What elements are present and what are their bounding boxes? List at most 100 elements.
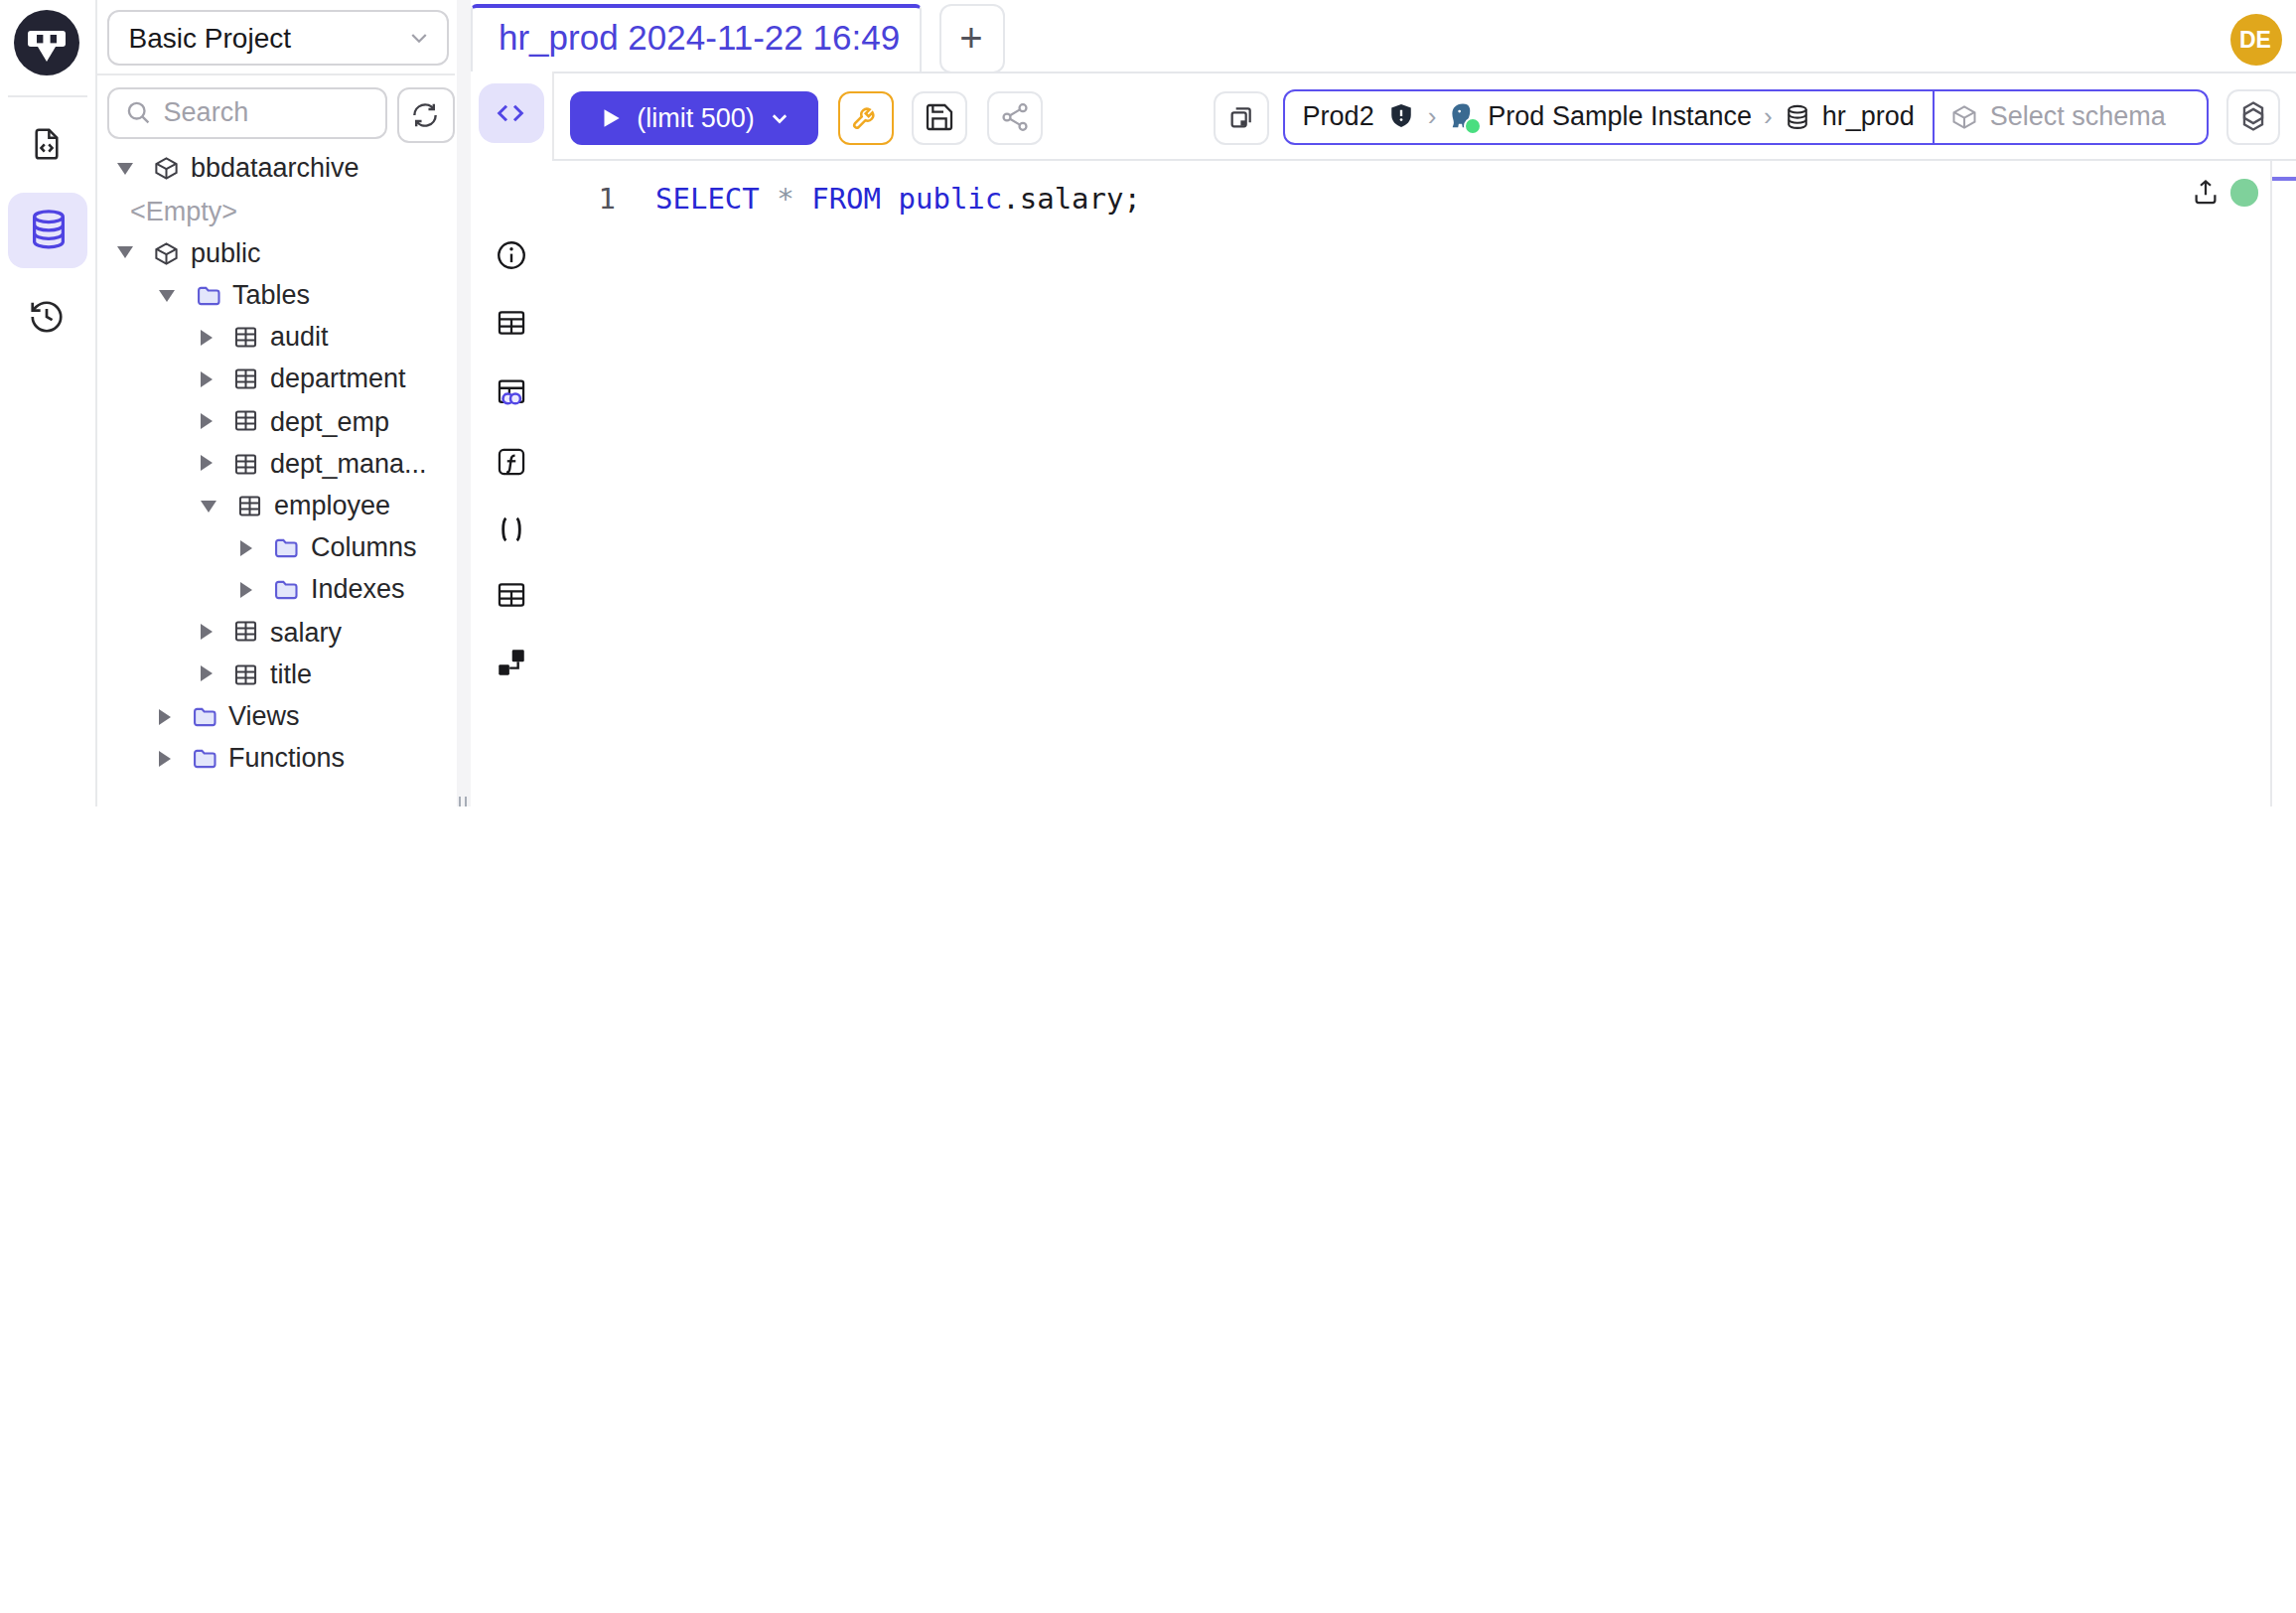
chevron-down-icon[interactable] bbox=[202, 500, 217, 512]
run-query-button[interactable]: (limit 500) bbox=[569, 90, 818, 145]
tree-item--empty-[interactable]: <Empty> bbox=[97, 190, 456, 231]
instance-status-dot bbox=[1464, 118, 1482, 136]
chevron-down-icon[interactable] bbox=[118, 163, 134, 175]
tree-item-dept-emp[interactable]: dept_emp bbox=[97, 400, 456, 442]
tree-item-views[interactable]: Views bbox=[97, 695, 456, 737]
tree-item-label: audit bbox=[270, 323, 329, 353]
nav-rail bbox=[0, 0, 97, 806]
code-token bbox=[881, 184, 898, 216]
upload-icon[interactable] bbox=[2190, 176, 2220, 206]
sql-editor-mode-button[interactable] bbox=[478, 82, 543, 142]
tree-item-functions[interactable]: Functions bbox=[97, 737, 456, 779]
refresh-icon bbox=[410, 99, 442, 131]
tree-item-title[interactable]: title bbox=[97, 654, 456, 695]
code-token: .salary; bbox=[1002, 184, 1141, 216]
query-settings-button[interactable] bbox=[837, 90, 893, 145]
select-schema-button[interactable]: Select schema bbox=[1990, 102, 2166, 132]
breadcrumb-separator: › bbox=[1428, 102, 1437, 132]
breadcrumb-instance[interactable]: Prod Sample Instance bbox=[1488, 102, 1752, 132]
parentheses-icon[interactable] bbox=[494, 513, 527, 546]
connection-breadcrumb[interactable]: Prod2 › Prod Sample Instance › hr_prod S… bbox=[1283, 89, 2210, 144]
table-icon bbox=[233, 408, 260, 435]
sidebar-resize-handle[interactable] bbox=[456, 0, 470, 806]
tree-item-dept-mana-[interactable]: dept_mana... bbox=[97, 443, 456, 485]
connection-status-dot bbox=[2231, 179, 2258, 206]
sensitive-table-icon[interactable] bbox=[494, 374, 527, 408]
chevron-down-icon[interactable] bbox=[769, 107, 790, 129]
tree-item-audit[interactable]: audit bbox=[97, 316, 456, 358]
schema-cube-icon bbox=[1950, 103, 1978, 131]
share-button[interactable] bbox=[986, 90, 1042, 145]
tree-item-salary[interactable]: salary bbox=[97, 611, 456, 653]
folder-icon bbox=[195, 281, 222, 309]
tree-item-public[interactable]: public bbox=[97, 232, 456, 274]
tree-item-label: Columns bbox=[311, 533, 417, 563]
tree-item-bbdataarchive[interactable]: bbdataarchive bbox=[97, 148, 456, 190]
chevron-right-icon[interactable] bbox=[202, 371, 214, 387]
schema-icon bbox=[154, 239, 181, 266]
postgres-instance-icon bbox=[1448, 102, 1478, 132]
folder-icon bbox=[191, 745, 218, 773]
add-tab-button[interactable]: + bbox=[938, 3, 1004, 73]
tree-item-label: public bbox=[191, 238, 261, 268]
chevron-right-icon[interactable] bbox=[202, 456, 214, 472]
schema-diagram-icon[interactable] bbox=[494, 647, 527, 680]
chevron-down-icon[interactable] bbox=[159, 289, 175, 301]
info-icon[interactable] bbox=[494, 238, 527, 272]
breadcrumb-separator: › bbox=[1764, 102, 1773, 132]
tab-title: hr_prod 2024-11-22 16:49 bbox=[499, 19, 900, 61]
ai-assistant-button[interactable] bbox=[2226, 89, 2280, 144]
tree-item-label: dept_mana... bbox=[270, 449, 427, 479]
project-select[interactable]: Basic Project bbox=[107, 9, 450, 65]
tree-item-label: Functions bbox=[228, 744, 345, 774]
chevron-right-icon[interactable] bbox=[241, 540, 253, 556]
chevron-right-icon[interactable] bbox=[241, 582, 253, 598]
tabbar-border bbox=[470, 71, 2296, 73]
chevron-right-icon[interactable] bbox=[202, 624, 214, 640]
tree-item-label: Views bbox=[228, 701, 300, 731]
table-icon bbox=[233, 660, 260, 687]
sidebar-search-input[interactable]: Search bbox=[108, 86, 387, 139]
breadcrumb-database[interactable]: hr_prod bbox=[1822, 102, 1915, 132]
table-icon bbox=[233, 366, 260, 392]
editor-line-number: 1 bbox=[552, 184, 616, 216]
table-panel-icon[interactable] bbox=[494, 306, 527, 340]
save-button[interactable] bbox=[912, 90, 967, 145]
tree-item-label: department bbox=[270, 365, 406, 394]
avatar[interactable]: DE bbox=[2229, 13, 2281, 65]
tree-item-label: Tables bbox=[232, 280, 310, 310]
chevron-right-icon[interactable] bbox=[159, 751, 171, 767]
batch-icon bbox=[1224, 102, 1256, 134]
function-icon[interactable] bbox=[494, 445, 527, 479]
sidebar-search-placeholder: Search bbox=[164, 98, 249, 128]
breadcrumb-divider bbox=[1933, 91, 1935, 142]
chevron-right-icon[interactable] bbox=[202, 330, 214, 346]
avatar-initials: DE bbox=[2239, 27, 2271, 51]
breadcrumb-environment[interactable]: Prod2 bbox=[1303, 102, 1374, 132]
tree-item-indexes[interactable]: Indexes bbox=[97, 569, 456, 611]
play-icon bbox=[597, 105, 623, 131]
tree-item-label: Indexes bbox=[311, 575, 405, 605]
table-icon bbox=[233, 450, 260, 477]
share-icon bbox=[998, 102, 1030, 134]
worksheet-icon[interactable] bbox=[28, 125, 66, 163]
chevron-down-icon[interactable] bbox=[118, 247, 134, 259]
tree-item-columns[interactable]: Columns bbox=[97, 526, 456, 568]
tab-active[interactable]: hr_prod 2024-11-22 16:49 bbox=[471, 4, 921, 71]
tree-item-label: salary bbox=[270, 617, 342, 647]
table-icon bbox=[237, 493, 264, 519]
tree-item-tables[interactable]: Tables bbox=[97, 274, 456, 316]
sql-editor[interactable]: 1 SELECT * FROM public.salary; bbox=[552, 162, 2296, 806]
chevron-right-icon[interactable] bbox=[202, 413, 214, 429]
tree-item-employee[interactable]: employee bbox=[97, 485, 456, 526]
table-list-icon[interactable] bbox=[494, 578, 527, 612]
tree-item-department[interactable]: department bbox=[97, 359, 456, 400]
chevron-right-icon[interactable] bbox=[202, 666, 214, 682]
history-icon[interactable] bbox=[28, 297, 66, 335]
batch-query-button[interactable] bbox=[1213, 90, 1268, 145]
tree-item-label: employee bbox=[274, 491, 390, 520]
refresh-button[interactable] bbox=[397, 86, 455, 143]
bytebase-logo[interactable] bbox=[14, 10, 79, 75]
chevron-right-icon[interactable] bbox=[159, 708, 171, 724]
database-nav-active[interactable] bbox=[8, 192, 87, 268]
